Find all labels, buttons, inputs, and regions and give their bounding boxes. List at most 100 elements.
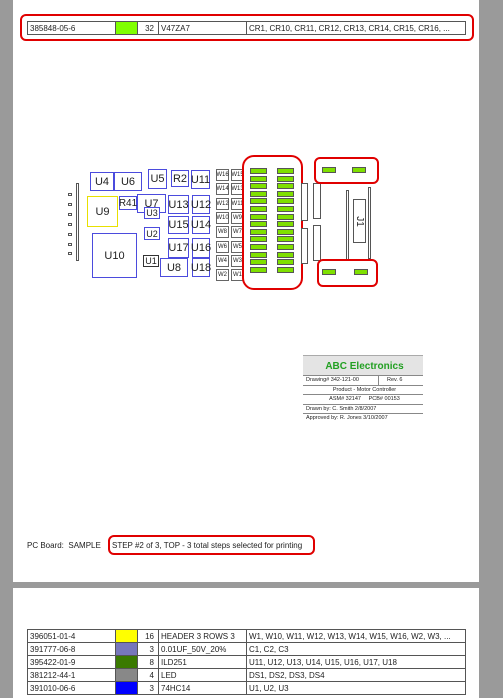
quantity: 3	[137, 642, 159, 656]
component-U14: U14	[191, 216, 211, 234]
component-U1: U1	[143, 255, 159, 267]
cr-part[interactable]	[277, 183, 294, 190]
assembly: ASM# 32147 PCB# 00153	[303, 395, 423, 405]
table-row[interactable]: 385848-05-6 32 V47ZA7 CR1, CR10, CR11, C…	[27, 21, 466, 35]
part-vertical	[301, 228, 308, 264]
refs: CR1, CR10, CR11, CR12, CR13, CR14, CR15,…	[246, 21, 466, 35]
company-name: ABC Electronics	[303, 355, 423, 376]
board-label: PC Board: SAMPLE	[27, 541, 101, 550]
cr-part[interactable]	[250, 168, 267, 174]
part-number: 395422-01-9	[27, 655, 116, 669]
cr-part[interactable]	[277, 251, 294, 258]
part-strip	[368, 187, 371, 259]
title-block: ABC Electronics Drawing# 342-121-00 Rev. …	[303, 355, 423, 423]
component-U9: U9	[87, 196, 118, 227]
cr-part[interactable]	[250, 244, 267, 250]
table-row[interactable]: 381212-44-1 4 LED DS1, DS2, DS3, DS4	[27, 668, 466, 682]
cr-part[interactable]	[250, 183, 267, 190]
product: Product - Motor Controller	[303, 386, 423, 395]
color-swatch	[115, 21, 138, 35]
cr-part[interactable]	[277, 236, 294, 243]
jumper-w6: W6	[216, 240, 229, 253]
cr-part[interactable]	[250, 266, 267, 273]
jumper-w4: W4	[216, 254, 229, 267]
value: LED	[158, 668, 247, 682]
cr-part[interactable]	[277, 244, 294, 250]
cr-part[interactable]	[322, 269, 336, 275]
component-U5: U5	[148, 169, 167, 189]
cr-part[interactable]	[250, 213, 267, 220]
refs: W1, W10, W11, W12, W13, W14, W15, W16, W…	[246, 629, 466, 643]
component-U3: U3	[144, 207, 160, 219]
cr-part[interactable]	[277, 266, 294, 273]
component-J1: J1	[353, 199, 366, 243]
cr-part[interactable]	[250, 251, 267, 258]
component-U17: U17	[168, 238, 189, 258]
value: HEADER 3 ROWS 3	[158, 629, 247, 643]
cr-part[interactable]	[277, 221, 294, 228]
component-U11: U11	[191, 170, 210, 189]
cr-part[interactable]	[250, 175, 267, 182]
part-vertical	[301, 183, 308, 221]
refs: U11, U12, U13, U14, U15, U16, U17, U18	[246, 655, 466, 669]
bom-table: 396051-01-4 16 HEADER 3 ROWS 3 W1, W10, W11…	[27, 629, 466, 695]
refs: DS1, DS2, DS3, DS4	[246, 668, 466, 682]
component-U13: U13	[168, 195, 189, 214]
table-row[interactable]: 391777-06-8 3 0.01UF_50V_20% C1, C2, C3	[27, 642, 466, 656]
part-vertical	[313, 183, 321, 219]
cr-part[interactable]	[250, 259, 267, 266]
cr-part[interactable]	[250, 236, 267, 243]
small-part	[68, 213, 72, 216]
jumper-w2: W2	[216, 269, 229, 282]
color-swatch	[115, 629, 138, 643]
table-row[interactable]: 396051-01-4 16 HEADER 3 ROWS 3 W1, W10, W11…	[27, 629, 466, 643]
cr-part[interactable]	[250, 206, 267, 212]
drawing-number: Drawing# 342-121-00	[303, 376, 379, 385]
value: 0.01UF_50V_20%	[158, 642, 247, 656]
small-part	[68, 243, 72, 246]
component-R2: R2	[171, 170, 189, 187]
component-U6: U6	[114, 172, 142, 191]
drawing-row: Drawing# 342-121-00 Rev. 6	[303, 376, 423, 386]
component-U16: U16	[191, 238, 211, 258]
color-swatch	[115, 668, 138, 682]
cr-part[interactable]	[354, 269, 368, 275]
cr-part[interactable]	[250, 228, 267, 235]
quantity: 16	[137, 629, 159, 643]
cr-part[interactable]	[277, 190, 294, 197]
cr-part[interactable]	[277, 228, 294, 235]
quantity: 32	[137, 21, 159, 35]
color-swatch	[115, 655, 138, 669]
cr-part[interactable]	[277, 168, 294, 174]
value: 74HC14	[158, 681, 247, 695]
connector-strip	[76, 183, 79, 261]
part-vertical	[313, 225, 321, 261]
revision: Rev. 6	[387, 377, 403, 383]
cr-part[interactable]	[277, 175, 294, 182]
cr-part[interactable]	[250, 198, 267, 205]
cr-part[interactable]	[322, 167, 336, 173]
cr-part[interactable]	[250, 221, 267, 228]
cr-part[interactable]	[277, 206, 294, 212]
quantity: 3	[137, 681, 159, 695]
cr-part[interactable]	[250, 190, 267, 197]
quantity: 4	[137, 668, 159, 682]
cr-part[interactable]	[352, 167, 366, 173]
jumper-w10: W10	[216, 211, 229, 224]
page-1	[13, 0, 479, 582]
table-row[interactable]: 395422-01-9 8 ILD251 U11, U12, U13, U14, U1…	[27, 655, 466, 669]
table-row[interactable]: 391010-06-6 3 74HC14 U1, U2, U3	[27, 681, 466, 695]
cr-part[interactable]	[277, 259, 294, 266]
small-part	[68, 233, 72, 236]
part-number: 381212-44-1	[27, 668, 116, 682]
cr-part[interactable]	[277, 213, 294, 220]
jumper-w16: W16	[216, 169, 229, 181]
small-part	[68, 252, 72, 255]
jumper-w14: W14	[216, 183, 229, 196]
drawn-by: Drawn by: C. Smith 2/8/2007	[303, 405, 423, 414]
part-number: 391010-06-6	[27, 681, 116, 695]
part-strip	[346, 190, 349, 260]
component-R41: R41	[118, 196, 138, 210]
cr-part[interactable]	[277, 198, 294, 205]
small-part	[68, 193, 72, 196]
